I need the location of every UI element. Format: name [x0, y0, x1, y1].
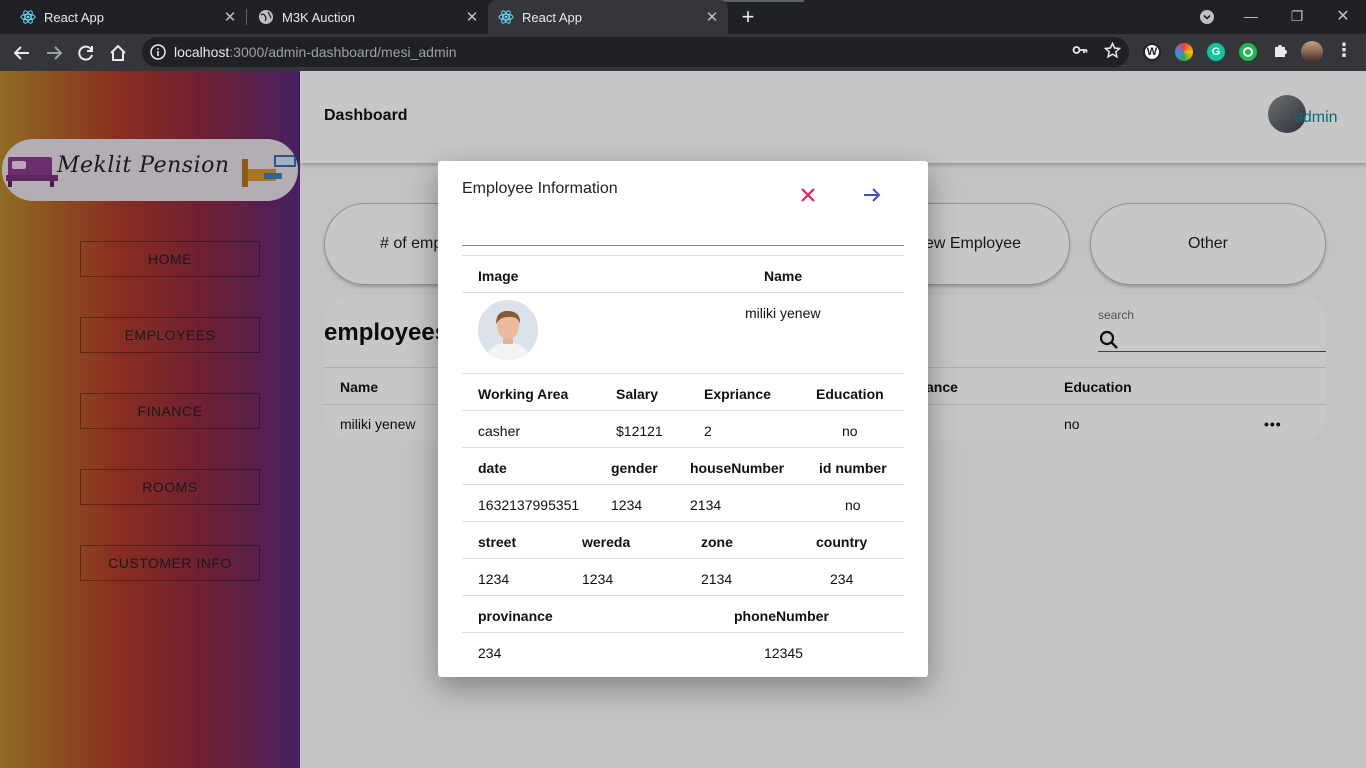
- tab-title: React App: [44, 9, 104, 25]
- divider: [462, 255, 904, 256]
- divider: [462, 521, 904, 522]
- minimize-icon[interactable]: —: [1238, 4, 1264, 28]
- grammarly-icon[interactable]: G: [1207, 43, 1225, 61]
- divider: [462, 410, 904, 411]
- cell-education: no: [842, 423, 858, 439]
- cell-street: 1234: [478, 571, 510, 587]
- cell-working-area: casher: [478, 423, 521, 439]
- column-header: provinance: [478, 608, 553, 624]
- browser-toolbar: localhost:3000/admin-dashboard/mesi_admi…: [0, 34, 1366, 71]
- cell-date: 1632137995351: [478, 497, 580, 513]
- restore-icon[interactable]: ❐: [1284, 4, 1310, 28]
- browser-tab-bar: React App ✕ M3K Auction ✕ React App ✕ + …: [0, 0, 1366, 34]
- extensions-puzzle-icon[interactable]: [1271, 41, 1289, 59]
- react-icon: [20, 9, 36, 25]
- employee-photo: [478, 300, 538, 360]
- cell-zone: 2134: [701, 571, 733, 587]
- info-icon[interactable]: [150, 44, 166, 60]
- divider: [462, 373, 904, 374]
- extension-ring-icon[interactable]: [1239, 43, 1257, 61]
- tab-title: React App: [522, 9, 582, 25]
- url-host: localhost: [174, 44, 230, 60]
- column-header: Salary: [616, 386, 659, 402]
- profile-avatar[interactable]: [1301, 41, 1323, 63]
- extension-color-icon[interactable]: [1175, 43, 1193, 61]
- extension-w-icon[interactable]: W: [1143, 43, 1161, 61]
- close-tab-icon[interactable]: ✕: [462, 7, 482, 27]
- globe-icon: [258, 9, 274, 25]
- column-header: Name: [764, 268, 803, 284]
- column-header: country: [816, 534, 868, 550]
- column-header: houseNumber: [690, 460, 785, 476]
- cell-house-number: 2134: [690, 497, 722, 513]
- divider: [462, 632, 904, 633]
- browser-tab-1[interactable]: React App ✕: [0, 0, 246, 34]
- url-path: :3000/admin-dashboard/mesi_admin: [229, 44, 457, 60]
- browser-tab-3-active[interactable]: React App ✕: [488, 0, 728, 34]
- new-tab-icon[interactable]: +: [736, 4, 760, 29]
- browser-tab-2[interactable]: M3K Auction ✕: [238, 0, 488, 34]
- react-icon: [498, 9, 514, 25]
- cell-experience: 2: [704, 423, 712, 439]
- column-header: Working Area: [478, 386, 569, 402]
- arrow-right-icon[interactable]: [860, 183, 884, 207]
- forward-icon[interactable]: [40, 39, 68, 67]
- divider: [462, 484, 904, 485]
- reload-icon[interactable]: [72, 39, 100, 67]
- column-header: Education: [816, 386, 884, 402]
- tab-title: M3K Auction: [282, 9, 355, 25]
- close-tab-icon[interactable]: ✕: [220, 7, 240, 27]
- key-icon[interactable]: [1071, 41, 1089, 59]
- column-header: gender: [611, 460, 658, 476]
- address-bar[interactable]: localhost:3000/admin-dashboard/mesi_admi…: [142, 37, 1129, 67]
- divider: [462, 447, 904, 448]
- cell-provinance: 234: [478, 645, 502, 661]
- url-text: localhost:3000/admin-dashboard/mesi_admi…: [174, 44, 457, 60]
- cell-country: 234: [830, 571, 854, 587]
- employee-info-dialog: Employee Information Image Name miliki y…: [438, 161, 928, 677]
- cell-gender: 1234: [611, 497, 643, 513]
- cell-id-number: no: [845, 497, 861, 513]
- dialog-title: Employee Information: [462, 180, 618, 197]
- cell-wereda: 1234: [582, 571, 614, 587]
- column-header: id number: [819, 460, 887, 476]
- column-header: date: [478, 460, 507, 476]
- page: Meklit Pension HOME EMPLOYEES FINANCE RO…: [0, 71, 1366, 768]
- column-header: zone: [701, 534, 733, 550]
- close-tab-icon[interactable]: ✕: [702, 7, 722, 27]
- column-header: wereda: [582, 534, 631, 550]
- divider: [462, 292, 904, 293]
- browser-menu-icon[interactable]: ⋮: [1335, 40, 1353, 60]
- column-header: phoneNumber: [734, 608, 829, 624]
- back-icon[interactable]: [8, 39, 36, 67]
- tab-search-icon[interactable]: [1194, 5, 1220, 29]
- column-header: Expriance: [704, 386, 771, 402]
- divider: [462, 245, 904, 246]
- employee-name: miliki yenew: [745, 305, 821, 321]
- column-header: street: [478, 534, 517, 550]
- cell-phone-number: 12345: [764, 645, 803, 661]
- divider: [462, 558, 904, 559]
- close-window-icon[interactable]: ✕: [1330, 4, 1356, 28]
- home-icon[interactable]: [104, 39, 132, 67]
- cell-salary: $12121: [616, 423, 663, 439]
- divider: [462, 595, 904, 596]
- close-icon[interactable]: [796, 183, 820, 207]
- bookmark-star-icon[interactable]: [1103, 41, 1121, 59]
- column-header: Image: [478, 268, 519, 284]
